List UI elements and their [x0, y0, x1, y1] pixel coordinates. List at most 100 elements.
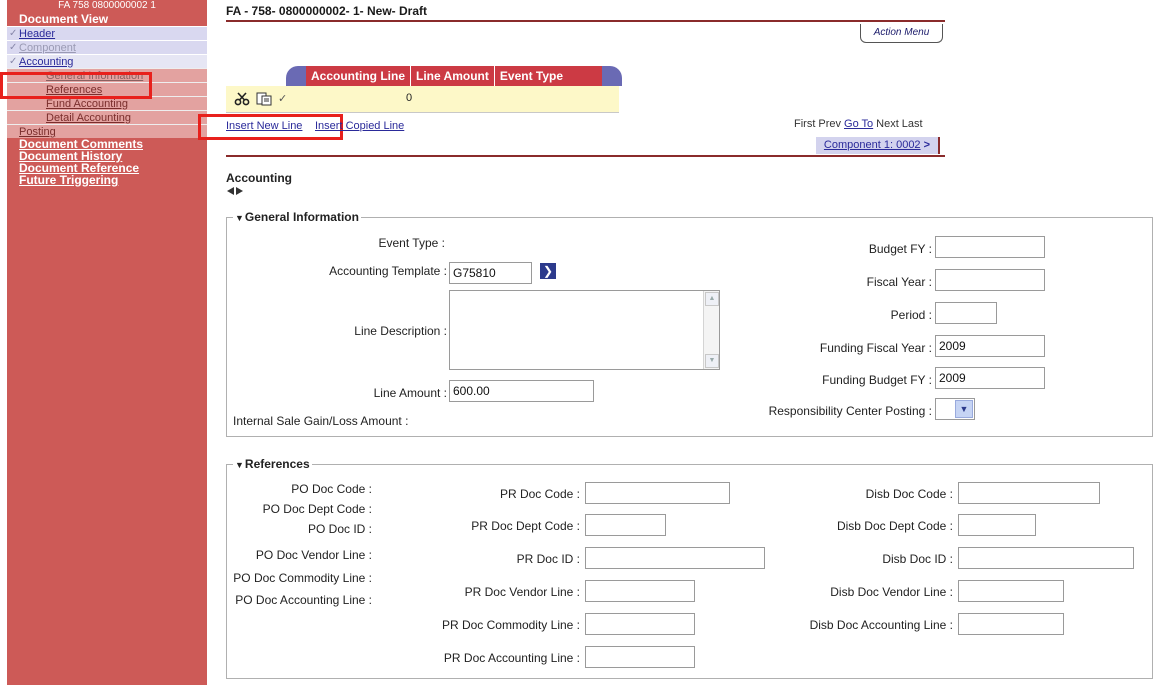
- scroll-up-icon[interactable]: ▲: [705, 292, 719, 306]
- line-description-label: Line Description :: [354, 324, 447, 338]
- po-doc-accounting-line-label: PO Doc Accounting Line :: [235, 593, 372, 607]
- chevron-right-icon[interactable]: ❯: [540, 263, 556, 279]
- pr-doc-code-label: PR Doc Code :: [499, 487, 580, 501]
- accounting-template-input[interactable]: [449, 262, 532, 284]
- references-fieldset: ▼References PO Doc Code : PO Doc Dept Co…: [226, 457, 1153, 679]
- references-legend-label: References: [244, 457, 310, 471]
- title-divider: [226, 20, 945, 22]
- period-label: Period :: [890, 308, 932, 322]
- line-amount-label: Line Amount :: [373, 386, 447, 400]
- internal-sale-gain-loss-label: Internal Sale Gain/Loss Amount :: [233, 414, 409, 428]
- line-description-textarea[interactable]: ▲ ▼: [449, 290, 720, 370]
- pager-first: First: [794, 118, 816, 130]
- disb-doc-code-label: Disb Doc Code :: [865, 487, 953, 501]
- scissors-icon[interactable]: [234, 92, 250, 108]
- pr-doc-accounting-line-input[interactable]: [585, 646, 695, 668]
- pager-prev: Prev: [818, 118, 842, 130]
- accounting-template-label: Accounting Template :: [329, 264, 447, 278]
- po-doc-commodity-line-label: PO Doc Commodity Line :: [233, 571, 372, 585]
- pager: First Prev Go To Next Last: [794, 118, 926, 130]
- responsibility-center-posting-label: Responsibility Center Posting :: [768, 404, 932, 418]
- chevron-right-icon: >: [923, 139, 931, 151]
- event-type-label: Event Type :: [378, 236, 446, 250]
- grid-header-right-cap: [602, 66, 622, 86]
- disb-doc-id-input[interactable]: [958, 547, 1134, 569]
- pr-doc-commodity-line-input[interactable]: [585, 613, 695, 635]
- component-selector-label[interactable]: Component 1: 0002: [824, 139, 921, 151]
- pager-go-to-link[interactable]: Go To: [844, 118, 873, 130]
- sidebar-item-posting[interactable]: Posting: [7, 124, 207, 138]
- sidebar-document-view-heading: Document View: [19, 12, 109, 26]
- chevron-down-icon[interactable]: ▼: [955, 400, 973, 418]
- funding-fiscal-year-label: Funding Fiscal Year :: [819, 341, 932, 355]
- sidebar-item-header[interactable]: Header: [7, 26, 207, 41]
- disb-doc-id-label: Disb Doc ID :: [882, 552, 953, 566]
- line-description-scrollbar[interactable]: ▲ ▼: [703, 291, 719, 369]
- pr-doc-id-label: PR Doc ID :: [516, 552, 580, 566]
- funding-budget-fy-label: Funding Budget FY :: [822, 373, 932, 387]
- grid-header-left-cap: [286, 66, 306, 86]
- disb-doc-accounting-line-label: Disb Doc Accounting Line :: [809, 618, 953, 632]
- fiscal-year-label: Fiscal Year :: [866, 275, 932, 289]
- references-legend[interactable]: ▼References: [233, 457, 312, 471]
- pager-last: Last: [901, 118, 923, 130]
- action-menu-button[interactable]: Action Menu: [860, 24, 943, 43]
- period-input[interactable]: [935, 302, 997, 324]
- section-nav-arrows[interactable]: [227, 186, 243, 198]
- pr-doc-accounting-line-label: PR Doc Accounting Line :: [443, 651, 580, 665]
- sidebar-item-accounting[interactable]: Accounting: [7, 54, 207, 69]
- pr-doc-dept-code-label: PR Doc Dept Code :: [471, 519, 580, 533]
- collapse-triangle-icon[interactable]: ▼: [235, 460, 244, 470]
- general-information-legend[interactable]: ▼General Information: [233, 210, 361, 224]
- paste-icon[interactable]: [256, 92, 272, 108]
- sidebar-item-label[interactable]: Accounting: [19, 56, 73, 68]
- budget-fy-input[interactable]: [935, 236, 1045, 258]
- table-row[interactable]: ✓ 0: [226, 86, 619, 113]
- fiscal-year-input[interactable]: [935, 269, 1045, 291]
- po-doc-dept-code-label: PO Doc Dept Code :: [262, 502, 372, 516]
- pr-doc-vendor-line-input[interactable]: [585, 580, 695, 602]
- sidebar-item-label[interactable]: Header: [19, 28, 55, 40]
- insert-new-line-link[interactable]: Insert New Line: [226, 120, 302, 132]
- column-header-line-amount[interactable]: Line Amount: [411, 66, 495, 86]
- sidebar-document-id: FA 758 0800000002 1: [58, 0, 156, 11]
- section-title: Accounting: [226, 171, 292, 185]
- section-divider: [226, 155, 945, 157]
- disb-doc-code-input[interactable]: [958, 482, 1100, 504]
- pr-doc-id-input[interactable]: [585, 547, 765, 569]
- disb-doc-accounting-line-input[interactable]: [958, 613, 1064, 635]
- pr-doc-commodity-line-label: PR Doc Commodity Line :: [441, 618, 580, 632]
- collapse-triangle-icon[interactable]: ▼: [235, 213, 244, 223]
- budget-fy-label: Budget FY :: [868, 242, 932, 256]
- responsibility-center-posting-select[interactable]: ▼: [935, 398, 975, 420]
- disb-doc-dept-code-label: Disb Doc Dept Code :: [836, 519, 953, 533]
- line-amount-cell: 0: [406, 92, 413, 104]
- pr-doc-dept-code-input[interactable]: [585, 514, 666, 536]
- po-doc-code-label: PO Doc Code :: [291, 482, 372, 496]
- pr-doc-code-input[interactable]: [585, 482, 730, 504]
- column-header-accounting-line[interactable]: Accounting Line: [306, 66, 411, 86]
- component-selector-button[interactable]: Component 1: 0002 >: [816, 137, 940, 154]
- grid-header-bar: Accounting Line Line Amount Event Type: [306, 66, 602, 86]
- accounting-highlight-box: [0, 72, 152, 99]
- po-doc-id-label: PO Doc ID :: [307, 522, 372, 536]
- sidebar-item-component[interactable]: Component: [7, 40, 207, 55]
- general-information-legend-label: General Information: [244, 210, 359, 224]
- sidebar-subitem-detail-accounting[interactable]: Detail Accounting: [7, 110, 207, 124]
- line-amount-input[interactable]: [449, 380, 594, 402]
- disb-doc-vendor-line-input[interactable]: [958, 580, 1064, 602]
- sidebar-item-label[interactable]: Component: [19, 42, 76, 54]
- po-doc-vendor-line-label: PO Doc Vendor Line :: [255, 548, 372, 562]
- disb-doc-vendor-line-label: Disb Doc Vendor Line :: [830, 585, 953, 599]
- sidebar-fill: [7, 186, 207, 629]
- document-title: FA - 758- 0800000002- 1- New- Draft: [226, 4, 427, 18]
- pr-doc-vendor-line-label: PR Doc Vendor Line :: [464, 585, 580, 599]
- scroll-down-icon[interactable]: ▼: [705, 354, 719, 368]
- funding-fiscal-year-input[interactable]: [935, 335, 1045, 357]
- pager-next: Next: [876, 118, 899, 130]
- column-header-event-type[interactable]: Event Type: [495, 66, 568, 86]
- sidebar-future-triggering[interactable]: Future Triggering: [7, 174, 207, 186]
- disb-doc-dept-code-input[interactable]: [958, 514, 1036, 536]
- insert-copied-line-link[interactable]: Insert Copied Line: [315, 120, 404, 132]
- funding-budget-fy-input[interactable]: [935, 367, 1045, 389]
